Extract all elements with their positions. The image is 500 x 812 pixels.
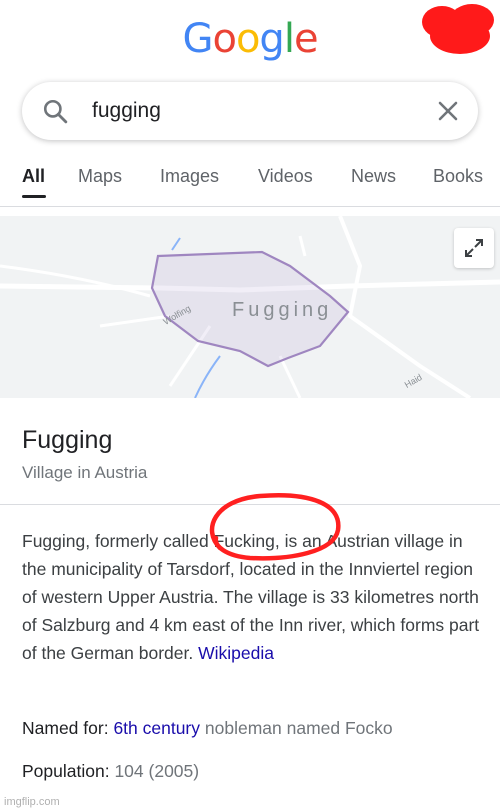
tab-videos[interactable]: Videos <box>258 166 313 187</box>
fact-population: Population: 104 (2005) <box>22 761 199 782</box>
entity-title: Fugging <box>22 426 113 454</box>
tab-books[interactable]: Books <box>433 166 483 187</box>
fact-label: Named for: <box>22 718 109 738</box>
active-tab-indicator <box>22 195 46 198</box>
tab-news[interactable]: News <box>351 166 396 187</box>
named-for-link[interactable]: 6th century <box>113 718 200 738</box>
search-tabs: All Maps Images Videos News Books <box>0 160 500 206</box>
tab-maps[interactable]: Maps <box>78 166 122 187</box>
expand-map-button[interactable] <box>454 228 494 268</box>
fact-label: Population: <box>22 761 110 781</box>
logo-letter: o <box>235 16 261 62</box>
watermark: imgflip.com <box>4 796 60 808</box>
fact-value: nobleman named Focko <box>204 718 393 738</box>
fact-named-for: Named for: 6th century nobleman named Fo… <box>22 718 393 739</box>
annotation-circle <box>209 493 341 561</box>
redaction-scribble <box>422 4 494 54</box>
close-icon[interactable] <box>436 99 460 123</box>
logo-letter: l <box>283 16 295 62</box>
logo-letter: e <box>293 16 319 62</box>
fact-value: 104 (2005) <box>114 761 200 781</box>
logo-letter: G <box>182 16 213 62</box>
tab-images[interactable]: Images <box>160 166 219 187</box>
search-icon[interactable] <box>42 98 68 124</box>
entity-subtitle: Village in Austria <box>22 463 148 482</box>
search-input[interactable] <box>92 94 412 128</box>
map-preview[interactable]: Fugging Wolfing Haid <box>0 216 500 398</box>
expand-icon <box>465 239 483 257</box>
map-place-label: Fugging <box>232 299 333 321</box>
wikipedia-link[interactable]: Wikipedia <box>198 643 274 663</box>
search-box[interactable] <box>22 82 478 140</box>
logo-letter: o <box>212 16 237 62</box>
tab-all[interactable]: All <box>22 166 45 187</box>
logo-letter: g <box>259 16 284 62</box>
tabs-divider <box>0 206 500 207</box>
